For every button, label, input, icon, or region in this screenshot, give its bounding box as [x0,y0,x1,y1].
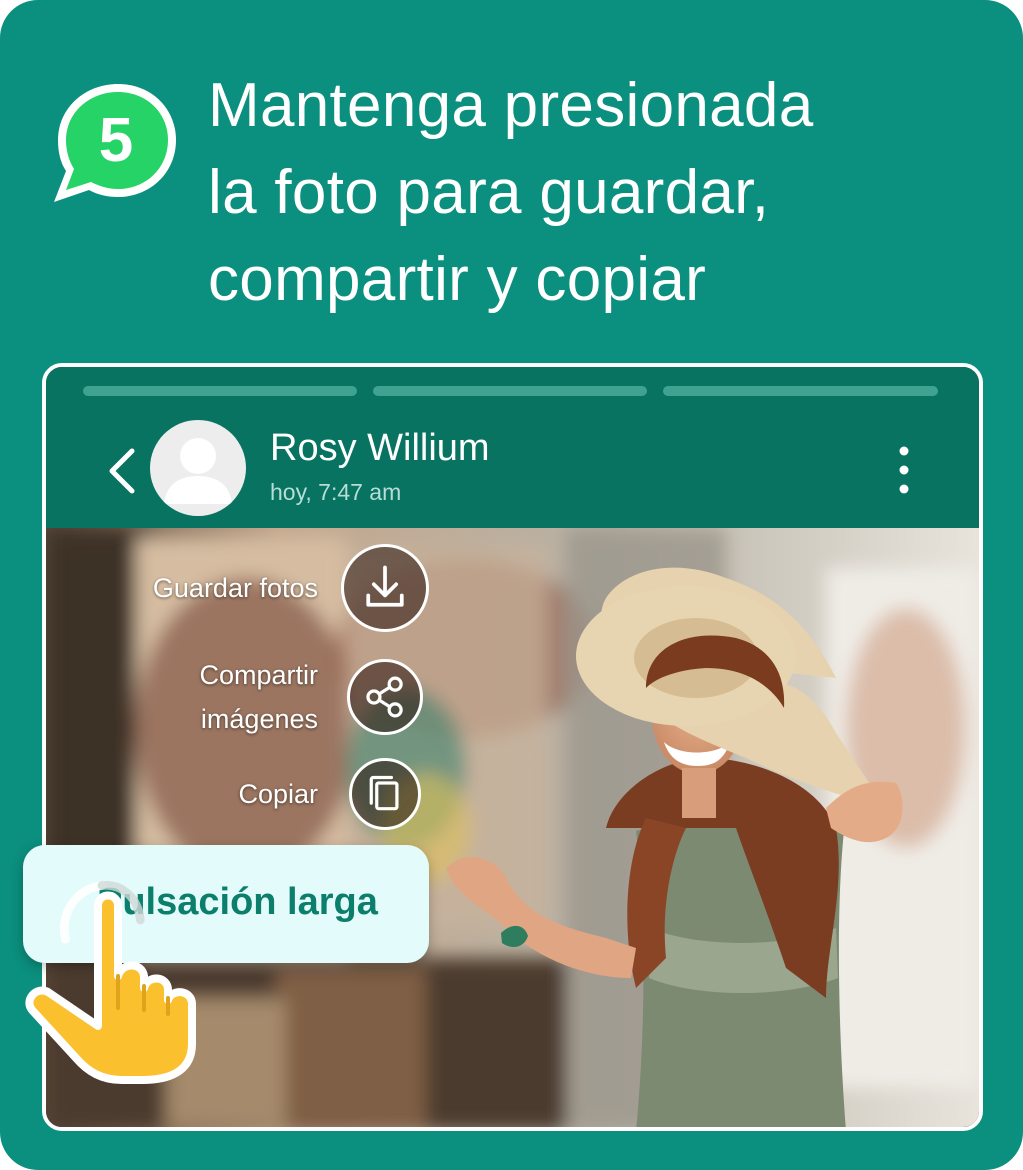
share-images-label-line-2: imágenes [200,704,318,734]
share-images-label: Compartir imágenes [120,653,318,741]
headline-line-3: compartir y copiar [208,245,707,314]
pointing-hand-icon [25,891,196,1084]
more-options-icon[interactable] [892,443,916,497]
headline-line-2: la foto para guardar, [208,158,770,227]
headline-line-1: Mantenga presionada [208,71,814,140]
copy-button[interactable] [349,758,421,830]
contact-name: Rosy Willium [270,427,490,469]
share-images-button[interactable] [347,659,423,735]
save-photos-button[interactable] [341,544,429,632]
instruction-headline: Mantenga presionada la foto para guardar… [208,62,988,323]
back-arrow-icon[interactable] [104,445,138,497]
save-photos-label: Guardar fotos [152,573,318,603]
copy-label: Copiar [238,779,318,809]
download-icon [366,565,404,607]
tutorial-card: 5 Mantenga presionada la foto para guard… [0,0,1023,1170]
share-icon [366,676,403,718]
step-number: 5 [98,106,134,175]
status-progress-segment-2 [373,386,647,396]
status-header: Rosy Willium hoy, 7:47 am [46,367,979,528]
contact-avatar[interactable] [150,420,246,516]
user-avatar-icon [164,438,232,504]
status-progress-segment-3 [663,386,938,396]
status-progress-segment-1 [83,386,357,396]
share-images-label-line-1: Compartir [199,660,318,690]
copy-icon [369,775,399,811]
status-timestamp: hoy, 7:47 am [270,479,402,505]
